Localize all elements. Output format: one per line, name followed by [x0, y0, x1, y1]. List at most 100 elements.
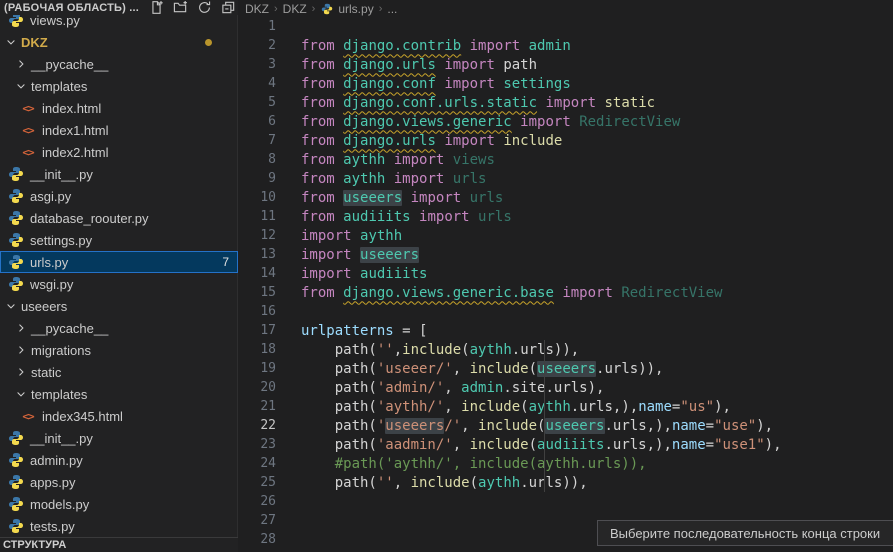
code-line-10[interactable]: 10from useeers import urls: [239, 188, 893, 207]
breadcrumb-file[interactable]: urls.py: [338, 2, 373, 16]
chevron-down-icon: [5, 300, 17, 312]
code-line-8[interactable]: 8 from aythh import views: [239, 150, 893, 169]
code-text: path('',include(aythh.urls)),: [301, 342, 579, 358]
tree-folder-static[interactable]: static: [0, 361, 238, 383]
tree-folder-__pycache__[interactable]: __pycache__: [0, 317, 238, 339]
breadcrumb-folder[interactable]: DKZ: [245, 2, 269, 16]
explorer-sidebar: views.pyDKZ__pycache__templates<>index.h…: [0, 0, 238, 552]
tree-item-label: migrations: [31, 343, 91, 358]
tree-folder-templates[interactable]: templates: [0, 75, 238, 97]
tree-item-label: __init__.py: [30, 431, 93, 446]
code-line-1[interactable]: 1: [239, 17, 893, 36]
chevron-right-icon: [15, 322, 27, 334]
python-file-icon: [8, 254, 24, 270]
code-text: path('aadmin/', include(audiiits.urls,),…: [301, 437, 782, 453]
tree-item-label: DKZ: [21, 35, 48, 50]
tree-file-__init__.py[interactable]: __init__.py: [0, 427, 238, 449]
code-line-21[interactable]: 21 path('aythh/', include(aythh.urls,),n…: [239, 397, 893, 416]
tree-folder-DKZ[interactable]: DKZ: [0, 31, 238, 53]
tree-file-apps.py[interactable]: apps.py: [0, 471, 238, 493]
line-number: 21: [239, 399, 276, 414]
code-line-12[interactable]: 12 import aythh: [239, 226, 893, 245]
new-folder-icon[interactable]: [173, 0, 188, 15]
tree-file-database_roouter.py[interactable]: database_roouter.py: [0, 207, 238, 229]
explorer-pane-header: (РАБОЧАЯ ОБЛАСТЬ) ...: [0, 0, 238, 15]
tree-item-label: useeers: [21, 299, 67, 314]
code-line-9[interactable]: 9from aythh import urls: [239, 169, 893, 188]
chevron-right-icon: [15, 366, 27, 378]
outline-section-header[interactable]: СТРУКТУРА: [0, 537, 238, 552]
tree-item-label: index.html: [42, 101, 101, 116]
breadcrumb-symbol[interactable]: ...: [387, 2, 397, 16]
code-text: import aythh: [301, 228, 402, 244]
code-line-26[interactable]: 26: [239, 492, 893, 511]
tree-file-settings.py[interactable]: settings.py: [0, 229, 238, 251]
code-line-7[interactable]: 7from django.urls import include: [239, 131, 893, 150]
tree-file-index2.html[interactable]: <>index2.html: [0, 141, 238, 163]
code-line-23[interactable]: 23 path('aadmin/', include(audiiits.urls…: [239, 435, 893, 454]
tree-folder-useeers[interactable]: useeers: [0, 295, 238, 317]
python-file-icon: [8, 188, 24, 204]
collapse-all-icon[interactable]: [221, 0, 236, 15]
tree-folder-migrations[interactable]: migrations: [0, 339, 238, 361]
tree-file-wsgi.py[interactable]: wsgi.py: [0, 273, 238, 295]
code-text: urlpatterns = [: [301, 323, 427, 339]
code-line-22[interactable]: 22 path('useeers/', include(useeers.urls…: [239, 416, 893, 435]
breadcrumb: DKZ › DKZ › urls.py › ...: [245, 0, 397, 17]
tree-item-label: urls.py: [30, 255, 68, 270]
python-file-icon: [8, 518, 24, 534]
code-line-3[interactable]: 3from django.urls import path: [239, 55, 893, 74]
code-editor[interactable]: 12from django.contrib import admin3from …: [239, 17, 893, 549]
tree-file-index.html[interactable]: <>index.html: [0, 97, 238, 119]
tree-file-tests.py[interactable]: tests.py: [0, 515, 238, 537]
tree-file-index1.html[interactable]: <>index1.html: [0, 119, 238, 141]
code-line-6[interactable]: 6from django.views.generic import Redire…: [239, 112, 893, 131]
tree-item-label: templates: [31, 79, 87, 94]
tree-item-label: __init__.py: [30, 167, 93, 182]
workspace-title: (РАБОЧАЯ ОБЛАСТЬ) ...: [4, 2, 139, 14]
code-line-4[interactable]: 4from django.conf import settings: [239, 74, 893, 93]
code-line-11[interactable]: 11from audiiits import urls: [239, 207, 893, 226]
tree-file-models.py[interactable]: models.py: [0, 493, 238, 515]
code-line-16[interactable]: 16: [239, 302, 893, 321]
line-number: 8: [239, 152, 276, 167]
code-line-24[interactable]: 24 #path('aythh/', include(aythh.urls)),: [239, 454, 893, 473]
tree-item-label: tests.py: [30, 519, 75, 534]
line-number: 12: [239, 228, 276, 243]
line-number: 2: [239, 38, 276, 53]
tree-folder-__pycache__[interactable]: __pycache__: [0, 53, 238, 75]
tree-item-label: index2.html: [42, 145, 108, 160]
line-number: 19: [239, 361, 276, 376]
code-line-5[interactable]: 5from django.conf.urls.static import sta…: [239, 93, 893, 112]
code-text: from useeers import urls: [301, 190, 503, 206]
code-line-20[interactable]: 20 path('admin/', admin.site.urls),: [239, 378, 893, 397]
code-text: from audiiits import urls: [301, 209, 512, 225]
tree-file-__init__.py[interactable]: __init__.py: [0, 163, 238, 185]
line-number: 25: [239, 475, 276, 490]
new-file-icon[interactable]: [149, 0, 164, 15]
tree-item-label: __pycache__: [31, 57, 108, 72]
line-number: 28: [239, 532, 276, 547]
code-line-18[interactable]: 18 path('',include(aythh.urls)),: [239, 340, 893, 359]
tree-file-asgi.py[interactable]: asgi.py: [0, 185, 238, 207]
code-line-15[interactable]: 15from django.views.generic.base import …: [239, 283, 893, 302]
refresh-icon[interactable]: [197, 0, 212, 15]
tree-item-label: settings.py: [30, 233, 92, 248]
breadcrumb-folder[interactable]: DKZ: [283, 2, 307, 16]
chevron-right-icon: [15, 58, 27, 70]
tree-file-urls.py[interactable]: urls.py7: [0, 251, 238, 273]
code-line-25[interactable]: 25 path('', include(aythh.urls)),: [239, 473, 893, 492]
tree-file-index345.html[interactable]: <>index345.html: [0, 405, 238, 427]
code-text: from aythh import views: [301, 152, 495, 168]
code-line-17[interactable]: 17urlpatterns = [: [239, 321, 893, 340]
code-line-13[interactable]: 13import useeers: [239, 245, 893, 264]
line-number: 9: [239, 171, 276, 186]
tree-file-admin.py[interactable]: admin.py: [0, 449, 238, 471]
tree-folder-templates[interactable]: templates: [0, 383, 238, 405]
code-line-19[interactable]: 19 path('useeer/', include(useeers.urls)…: [239, 359, 893, 378]
code-text: from django.conf import settings: [301, 76, 571, 92]
line-number: 3: [239, 57, 276, 72]
tree-item-label: database_roouter.py: [30, 211, 149, 226]
code-line-2[interactable]: 2from django.contrib import admin: [239, 36, 893, 55]
code-line-14[interactable]: 14import audiiits: [239, 264, 893, 283]
